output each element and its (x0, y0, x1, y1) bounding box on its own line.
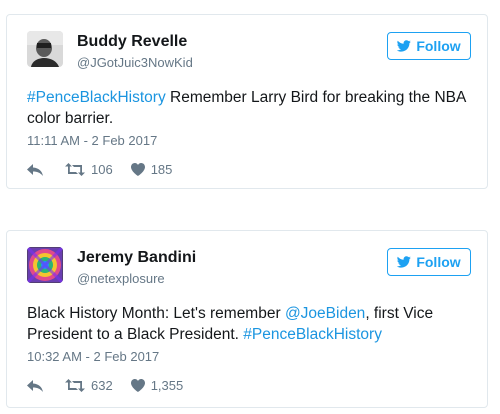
heart-icon (130, 163, 145, 176)
twitter-bird-icon (397, 256, 412, 268)
avatar[interactable] (27, 31, 63, 67)
tweet-actions: 632 1,355 (27, 378, 183, 393)
retweet-button[interactable]: 106 (65, 162, 113, 177)
display-name[interactable]: Jeremy Bandini (77, 249, 196, 267)
tweet-card: Buddy Revelle @JGotJuic3NowKid Follow #P… (6, 14, 488, 189)
retweet-count: 632 (91, 378, 113, 393)
timestamp[interactable]: 11:11 AM - 2 Feb 2017 (27, 133, 157, 148)
reply-arrow-icon (27, 379, 43, 392)
retweet-icon (65, 163, 85, 176)
tweet-text: Black History Month: Let's remember @Joe… (27, 303, 471, 345)
user-handle[interactable]: @JGotJuic3NowKid (77, 55, 193, 70)
like-button[interactable]: 185 (130, 162, 173, 177)
tweet-text: #PenceBlackHistory Remember Larry Bird f… (27, 87, 471, 129)
reply-button[interactable] (27, 163, 43, 176)
twitter-bird-icon (397, 40, 412, 52)
avatar[interactable] (27, 247, 63, 283)
tweet-card: Jeremy Bandini @netexplosure Follow Blac… (6, 230, 488, 408)
tweet-actions: 106 185 (27, 162, 172, 177)
follow-button[interactable]: Follow (387, 32, 471, 60)
follow-button[interactable]: Follow (387, 248, 471, 276)
like-count: 1,355 (150, 378, 184, 393)
retweet-button[interactable]: 632 (65, 378, 113, 393)
timestamp[interactable]: 10:32 AM - 2 Feb 2017 (27, 349, 159, 364)
like-button[interactable]: 1,355 (130, 378, 184, 393)
reply-button[interactable] (27, 379, 43, 392)
hashtag-link[interactable]: #PenceBlackHistory (27, 89, 166, 106)
follow-label: Follow (416, 38, 461, 54)
hashtag-link[interactable]: #PenceBlackHistory (243, 326, 382, 343)
display-name[interactable]: Buddy Revelle (77, 33, 187, 51)
follow-label: Follow (416, 254, 461, 270)
mention-link[interactable]: @JoeBiden (285, 305, 365, 322)
user-handle[interactable]: @netexplosure (77, 271, 165, 286)
heart-icon (130, 379, 145, 392)
retweet-icon (65, 379, 85, 392)
tweet-text-segment: Black History Month: Let's remember (27, 305, 285, 322)
like-count: 185 (150, 162, 173, 177)
reply-arrow-icon (27, 163, 43, 176)
retweet-count: 106 (91, 162, 113, 177)
